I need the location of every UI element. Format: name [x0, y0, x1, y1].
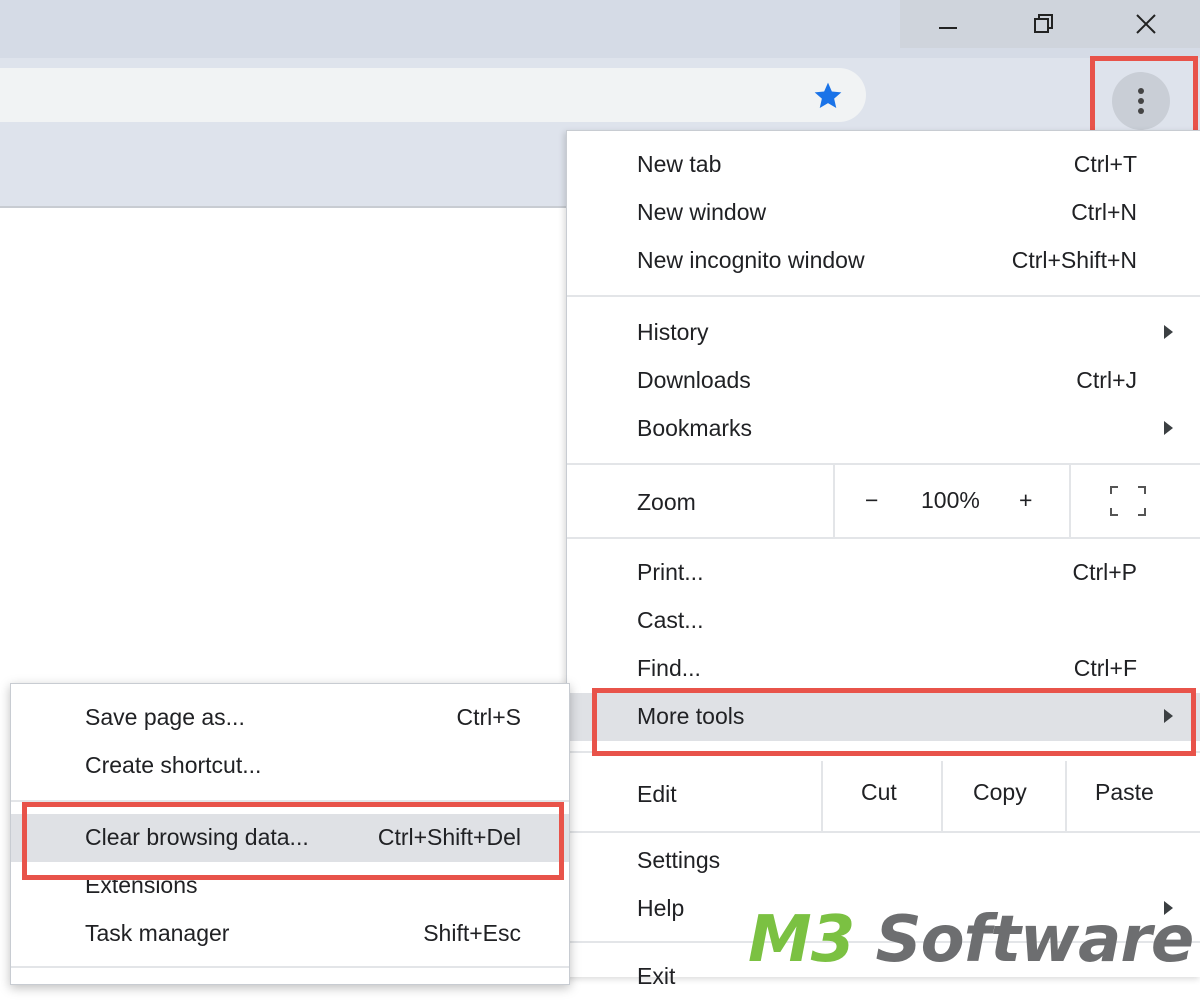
submenu-item-save-page-as[interactable]: Save page as... Ctrl+S — [11, 694, 569, 742]
submenu-item-shortcut: Ctrl+S — [456, 704, 521, 730]
menu-item-downloads[interactable]: Downloads Ctrl+J — [567, 357, 1200, 405]
menu-divider — [11, 966, 569, 968]
close-button[interactable] — [1092, 0, 1200, 48]
zoom-in-button[interactable]: + — [1019, 487, 1032, 514]
zoom-out-button[interactable]: − — [865, 487, 878, 514]
close-icon — [1136, 14, 1156, 34]
submenu-item-label: Task manager — [85, 920, 230, 946]
menu-item-label: Cast... — [637, 607, 704, 633]
submenu-item-label: Create shortcut... — [85, 752, 262, 778]
copy-button[interactable]: Copy — [973, 779, 1027, 806]
paste-button[interactable]: Paste — [1095, 779, 1154, 806]
watermark-logo: M3 Software — [748, 903, 1195, 977]
menu-item-label: New window — [637, 199, 767, 225]
minimize-button[interactable] — [900, 0, 996, 48]
browser-toolbar — [0, 58, 1200, 130]
edit-divider — [941, 761, 943, 831]
menu-item-label: New tab — [637, 151, 722, 177]
menu-item-shortcut: Ctrl+Shift+N — [1011, 247, 1137, 273]
menu-item-shortcut: Ctrl+N — [1071, 199, 1137, 225]
restore-icon — [1034, 14, 1053, 33]
more-tools-highlight — [592, 688, 1196, 756]
edit-label: Edit — [637, 781, 677, 807]
menu-item-cast[interactable]: Cast... — [567, 597, 1200, 645]
title-bar — [0, 0, 1200, 58]
menu-item-shortcut: Ctrl+P — [1072, 559, 1137, 585]
zoom-level: 100% — [921, 487, 980, 513]
restore-button[interactable] — [996, 0, 1092, 48]
submenu-arrow-icon — [1164, 325, 1173, 339]
menu-item-label: Bookmarks — [637, 415, 753, 441]
bookmarks-bar — [0, 130, 566, 208]
menu-item-label: New incognito window — [637, 247, 865, 273]
menu-item-bookmarks[interactable]: Bookmarks — [567, 405, 1200, 453]
watermark-m3: M3 — [748, 903, 855, 977]
star-icon[interactable] — [812, 80, 844, 112]
menu-item-new-window[interactable]: New window Ctrl+N — [567, 189, 1200, 237]
address-bar[interactable] — [0, 68, 866, 122]
menu-item-new-incognito-window[interactable]: New incognito window Ctrl+Shift+N — [567, 237, 1200, 285]
zoom-row: Zoom − 100% + — [567, 465, 1200, 537]
menu-item-shortcut: Ctrl+T — [1073, 151, 1137, 177]
menu-item-find[interactable]: Find... Ctrl+F — [567, 645, 1200, 693]
zoom-divider — [1069, 465, 1071, 537]
menu-item-label: Print... — [637, 559, 704, 585]
menu-item-label: Find... — [637, 655, 701, 681]
menu-item-label: History — [637, 319, 709, 345]
menu-item-settings[interactable]: Settings — [567, 837, 1200, 885]
zoom-divider — [833, 465, 835, 537]
menu-item-history[interactable]: History — [567, 309, 1200, 357]
submenu-item-label: Save page as... — [85, 704, 245, 730]
chrome-main-menu: New tab Ctrl+T New window Ctrl+N New inc… — [566, 130, 1200, 989]
edit-divider — [821, 761, 823, 831]
menu-item-print[interactable]: Print... Ctrl+P — [567, 549, 1200, 597]
minimize-icon — [939, 27, 957, 29]
menu-item-label: Help — [637, 895, 685, 921]
clear-browsing-data-highlight — [22, 802, 564, 880]
menu-item-shortcut: Ctrl+J — [1076, 367, 1137, 393]
menu-item-label: Settings — [637, 847, 721, 873]
menu-item-label: Exit — [637, 963, 676, 989]
menu-item-label: Downloads — [637, 367, 751, 393]
submenu-arrow-icon — [1164, 421, 1173, 435]
submenu-item-shortcut: Shift+Esc — [423, 920, 521, 946]
menu-divider — [567, 295, 1200, 297]
edit-divider — [1065, 761, 1067, 831]
menu-divider — [567, 537, 1200, 539]
watermark-software: Software — [854, 903, 1195, 977]
menu-item-shortcut: Ctrl+F — [1073, 655, 1137, 681]
menu-item-new-tab[interactable]: New tab Ctrl+T — [567, 141, 1200, 189]
submenu-item-task-manager[interactable]: Task manager Shift+Esc — [11, 910, 569, 958]
cut-button[interactable]: Cut — [861, 779, 897, 806]
edit-row: Edit Cut Copy Paste — [567, 761, 1200, 831]
submenu-item-create-shortcut[interactable]: Create shortcut... — [11, 742, 569, 790]
fullscreen-icon[interactable] — [1109, 485, 1147, 517]
menu-divider — [567, 831, 1200, 833]
zoom-label: Zoom — [637, 489, 696, 515]
